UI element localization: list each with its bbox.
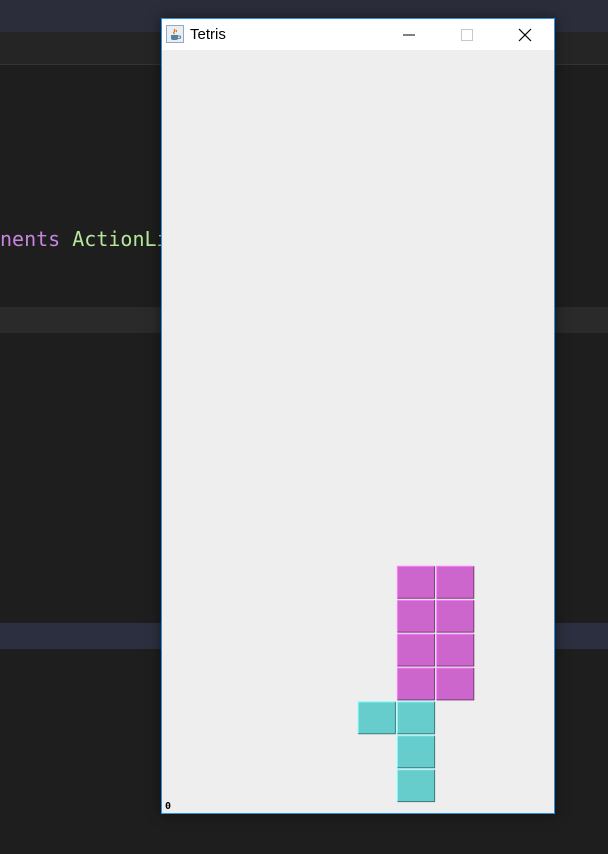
tetris-block [396,565,436,599]
minimize-button[interactable] [386,19,432,50]
maximize-button[interactable] [444,19,490,50]
tetris-block [357,701,396,735]
code-line: nents ActionLi [0,227,169,251]
tetris-block [436,565,475,599]
tetris-block [396,633,436,667]
tetris-block [396,769,436,803]
tetris-block [396,701,436,735]
tetris-block [436,599,475,633]
minimize-icon [403,34,415,35]
game-board[interactable] [162,50,554,813]
tetris-block [396,735,436,769]
tetris-block [436,667,475,701]
window-title: Tetris [190,26,226,43]
score-label: 0 [165,801,172,812]
maximize-icon [461,28,473,41]
close-button[interactable] [502,19,548,50]
close-icon [518,28,532,41]
java-coffee-icon[interactable] [166,25,184,43]
code-keyword: nents [0,227,61,251]
tetris-block [396,599,436,633]
title-bar[interactable]: Tetris [162,19,554,50]
tetris-window[interactable]: Tetris 0 [161,18,555,814]
tetris-block [436,633,475,667]
code-type: ActionLi [72,227,169,251]
tetris-block [396,667,436,701]
